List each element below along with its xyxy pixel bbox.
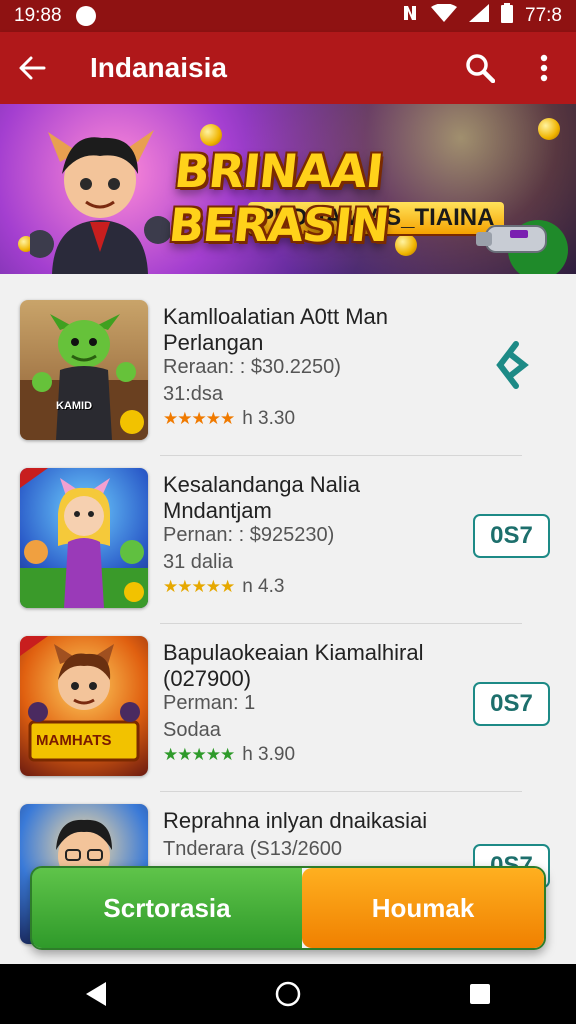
game-name: Bapulaokeaian Kiamalhiral (027900) [163,640,424,691]
thumb-title: KAMID [56,400,93,412]
game-name: Kesalandanga Nalia Mndantjam [163,472,360,523]
right-action-button[interactable]: Houmak [302,868,544,948]
game-size: 31 dalia [163,551,234,573]
rating-value: n 4.3 [242,576,285,597]
status-bar: 19:88 77:8 [0,0,576,32]
list-item[interactable]: KAMID Kamlloalatian A0tt Man Perlangan R… [0,288,576,456]
rating-stars: ★★★★★ [163,409,235,428]
thumb-title: MAMHATS [36,732,112,749]
bottom-action-bar: Scrtorasia Houmak [30,866,546,950]
get-button[interactable]: 0S7 [473,682,550,726]
back-triangle-icon [86,982,106,1006]
notification-icon [75,6,96,26]
game-price: Pernan: : $925230) [163,524,335,546]
rating-value: h 3.30 [242,408,296,429]
app-bar: Indanaisia [0,32,576,104]
get-button[interactable]: 0S7 [473,514,550,558]
game-thumbnail: KAMID [20,300,148,440]
wifi-icon [431,3,458,28]
signal-icon [469,4,490,28]
search-button[interactable] [448,32,512,104]
game-name: Reprahna inlyan dnaikasiai [163,808,428,833]
game-thumbnail: MAMHATS [20,636,148,776]
back-button[interactable] [0,32,64,104]
loading-icon [496,341,529,389]
nav-home-button[interactable] [248,964,328,1024]
search-icon [466,54,495,83]
hero-character-image [30,130,170,274]
more-options-button[interactable] [512,32,576,104]
list-item[interactable]: MAMHATS Bapulaokeaian Kiamalhiral (02790… [0,624,576,792]
status-time-left: 19:88 [14,5,62,26]
nav-recents-button[interactable] [440,964,520,1024]
nfc-icon [401,4,419,28]
game-price: Perman: 1 [163,692,256,714]
system-nav-bar [0,964,576,1024]
home-circle-icon [275,981,301,1007]
rating-value: h 3.90 [242,744,296,765]
rating-stars: ★★★★★ [163,577,235,596]
game-price: Reraan: : $30.2250) [163,356,341,378]
battery-icon [501,3,514,29]
game-size: Sodaa [163,719,221,741]
nav-back-button[interactable] [56,964,136,1024]
gadget-image [476,220,568,274]
arrow-back-icon [19,56,46,80]
page-title: Indanaisia [90,52,227,83]
game-thumbnail [20,468,148,608]
game-size: 31:dsa [163,383,224,405]
game-name: Kamlloalatian A0tt Man Perlangan [163,304,389,355]
promo-banner[interactable]: PEDNAM AS_TIAINA BRINAAI BERASIN [0,104,576,274]
game-price: Tnderara (S13/2600 [163,838,343,860]
recents-square-icon [470,984,490,1004]
status-time-right: 77:8 [525,5,562,26]
more-vert-icon [540,54,548,82]
left-action-button[interactable]: Scrtorasia [32,868,302,948]
rating-stars: ★★★★★ [163,745,235,764]
list-item[interactable]: Kesalandanga Nalia Mndantjam Pernan: : $… [0,456,576,624]
